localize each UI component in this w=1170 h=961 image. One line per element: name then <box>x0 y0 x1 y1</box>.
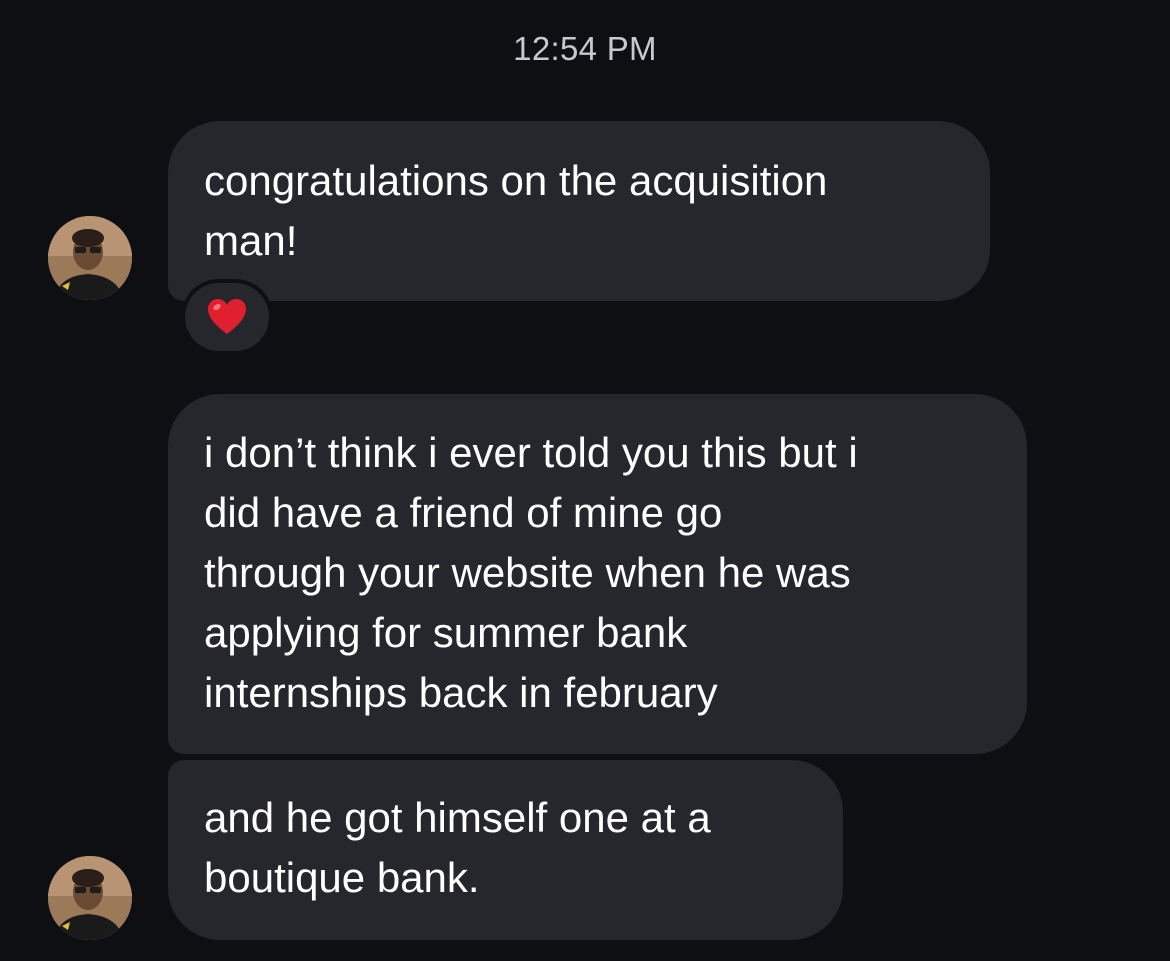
avatar-image <box>48 856 132 940</box>
sender-avatar[interactable] <box>48 856 132 940</box>
sender-avatar[interactable] <box>48 216 132 300</box>
reaction-badge[interactable] <box>181 279 273 355</box>
avatar-image <box>48 216 132 300</box>
timestamp: 12:54 PM <box>513 30 657 67</box>
heart-emoji-icon <box>208 299 246 334</box>
message-bubble[interactable]: and he got himself one at a boutique ban… <box>168 760 843 940</box>
message-bubble[interactable]: congratulations on the acquisition man! <box>168 121 990 301</box>
message-bubble[interactable]: i don’t think i ever told you this but i… <box>168 394 1027 754</box>
